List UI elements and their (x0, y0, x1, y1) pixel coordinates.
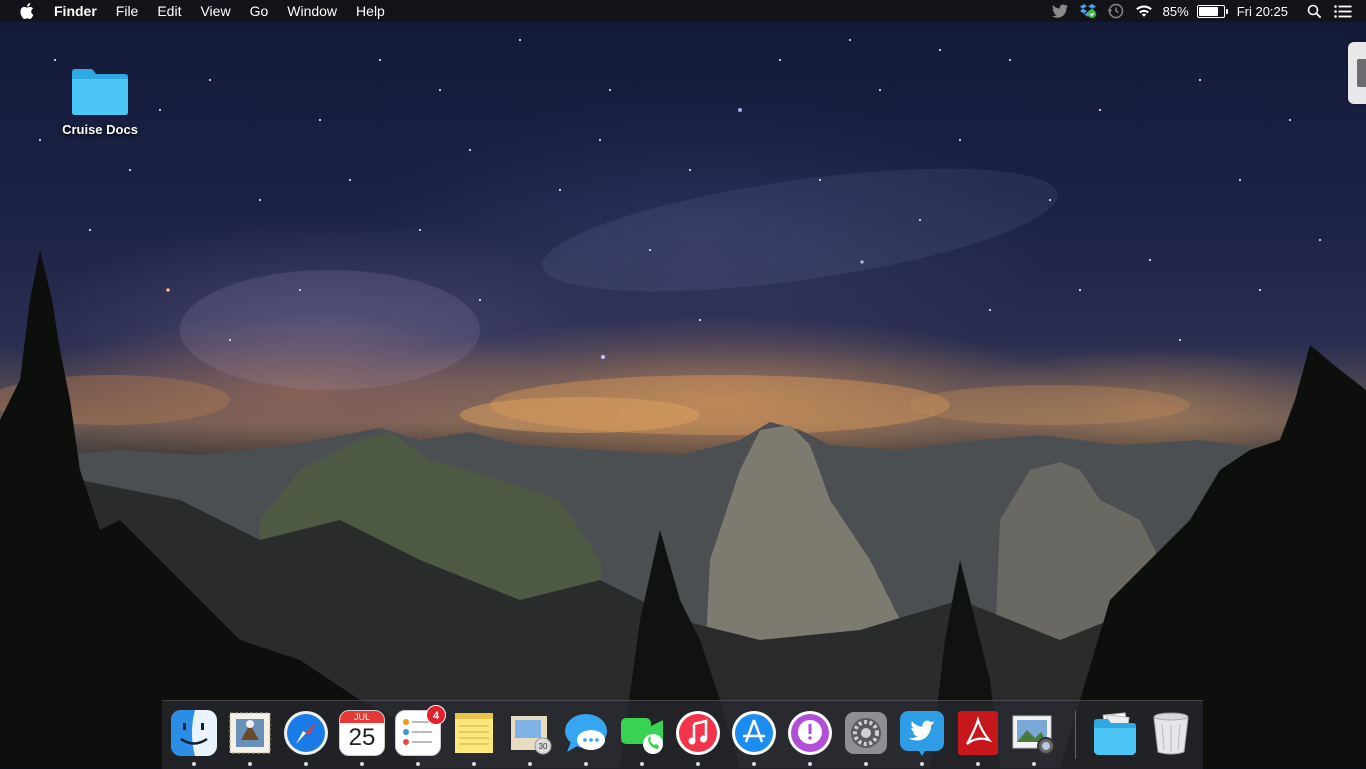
running-indicator (304, 762, 308, 766)
battery-fill (1198, 6, 1218, 16)
notes-icon (451, 710, 497, 756)
running-indicator (472, 762, 476, 766)
dock-feedback[interactable] (786, 709, 834, 757)
menu-go[interactable]: Go (250, 0, 269, 22)
menu-bar: Finder File Edit View Go Window Help 85%… (0, 0, 1366, 22)
running-indicator (360, 762, 364, 766)
menu-app-name[interactable]: Finder (54, 0, 97, 22)
menu-help[interactable]: Help (356, 0, 385, 22)
dock-trash[interactable] (1147, 709, 1195, 757)
menu-edit[interactable]: Edit (157, 0, 181, 22)
folder-stack-icon (1092, 710, 1138, 756)
calendar-day: 25 (348, 724, 376, 751)
dock-system-preferences[interactable] (842, 709, 890, 757)
mail-icon (227, 710, 273, 756)
running-indicator (864, 762, 868, 766)
battery-icon[interactable] (1196, 4, 1228, 18)
svg-text:30: 30 (539, 742, 548, 751)
system-preferences-icon (843, 710, 889, 756)
running-indicator (416, 762, 420, 766)
reminders-badge: 4 (426, 705, 446, 725)
twitter-app-icon (899, 710, 945, 756)
dock-separator (1075, 711, 1076, 759)
dock-preview[interactable] (1010, 709, 1058, 757)
running-indicator (528, 762, 532, 766)
dock-safari[interactable] (282, 709, 330, 757)
menu-clock[interactable]: Fri 20:25 (1237, 4, 1288, 19)
adobe-reader-icon (955, 710, 1001, 756)
desktop-folder-label: Cruise Docs (62, 122, 138, 137)
dock-documents-stack[interactable] (1091, 709, 1139, 757)
dock-mail[interactable] (226, 709, 274, 757)
dock-itunes[interactable] (674, 709, 722, 757)
notification-tab[interactable] (1348, 42, 1366, 104)
time-machine-icon[interactable] (1107, 3, 1125, 19)
running-indicator (640, 762, 644, 766)
running-indicator (248, 762, 252, 766)
preview-icon (1011, 710, 1057, 756)
twitter-icon[interactable] (1051, 3, 1069, 19)
dock-reminders[interactable]: 4 (394, 705, 446, 757)
running-indicator (1032, 762, 1036, 766)
spotlight-search-icon[interactable] (1305, 3, 1323, 19)
dock-notes[interactable] (450, 709, 498, 757)
folder-icon (70, 66, 130, 116)
running-indicator (920, 762, 924, 766)
battery-percent[interactable]: 85% (1163, 4, 1189, 19)
messages-icon (563, 710, 609, 756)
dock-app-store[interactable] (730, 709, 778, 757)
dock-twitter[interactable] (898, 709, 946, 757)
menu-view[interactable]: View (200, 0, 230, 22)
dock-messages[interactable] (562, 709, 610, 757)
running-indicator (696, 762, 700, 766)
running-indicator (584, 762, 588, 766)
running-indicator (976, 762, 980, 766)
dock-contacts[interactable]: 30 (506, 709, 554, 757)
dock-calendar[interactable]: JUL 25 (338, 709, 386, 757)
wifi-icon[interactable] (1135, 3, 1153, 19)
desktop-wallpaper (0, 0, 1366, 768)
safari-icon (283, 710, 329, 756)
calendar-month: JUL (340, 711, 384, 723)
dock-adobe-reader[interactable] (954, 709, 1002, 757)
running-indicator (808, 762, 812, 766)
calendar-icon: JUL 25 (339, 710, 385, 756)
running-indicator (192, 762, 196, 766)
feedback-icon (787, 710, 833, 756)
notification-center-icon[interactable] (1334, 3, 1352, 19)
dropbox-icon[interactable] (1079, 3, 1097, 19)
trash-icon (1148, 710, 1194, 756)
menu-window[interactable]: Window (287, 0, 337, 22)
dock-facetime[interactable] (618, 709, 666, 757)
facetime-icon (619, 710, 665, 756)
dock: JUL 25 4 30 (162, 700, 1203, 769)
app-store-icon (731, 710, 777, 756)
finder-icon (171, 710, 217, 756)
dock-finder[interactable] (170, 709, 218, 757)
desktop-folder[interactable]: Cruise Docs (52, 66, 148, 137)
menu-file[interactable]: File (116, 0, 139, 22)
notification-tab-thumb (1357, 59, 1366, 87)
contacts-icon: 30 (507, 710, 553, 756)
itunes-icon (675, 710, 721, 756)
apple-menu-icon[interactable] (19, 3, 35, 19)
wallpaper-landscape (0, 39, 1366, 768)
running-indicator (752, 762, 756, 766)
